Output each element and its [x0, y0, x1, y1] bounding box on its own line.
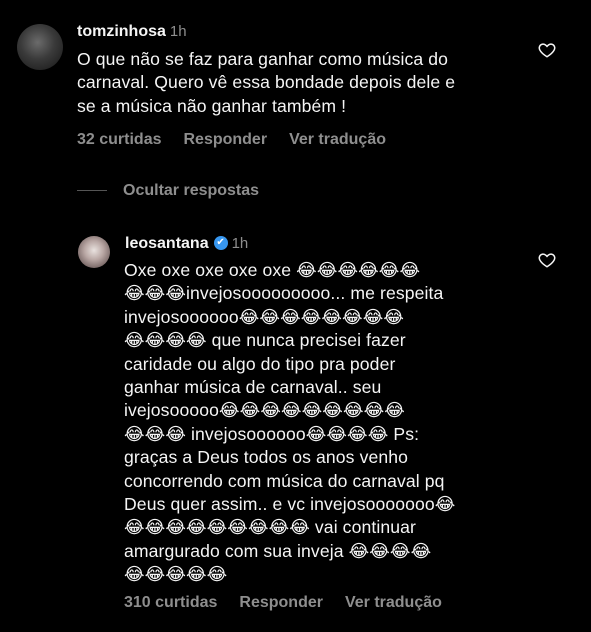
username[interactable]: tomzinhosa	[77, 23, 166, 40]
avatar[interactable]	[17, 24, 63, 70]
hide-replies-button[interactable]: Ocultar respostas	[123, 182, 259, 200]
verified-badge-icon: ✔	[213, 235, 228, 250]
reply-username[interactable]: leosantana	[125, 235, 209, 252]
reply-likes-count[interactable]: 310 curtidas	[124, 594, 217, 611]
timestamp: 1h	[169, 23, 187, 40]
comment-header: tomzinhosa 1h	[77, 23, 187, 41]
reply-timestamp: 1h	[231, 235, 249, 252]
comment-actions: 32 curtidas Responder Ver tradução	[77, 131, 408, 149]
reply-text: Oxe oxe oxe oxe oxe 😂😂😂😂😂😂 😂😂😂invejosooo…	[124, 260, 456, 585]
reply-header: leosantana ✔ 1h	[125, 235, 248, 253]
heart-icon[interactable]	[538, 251, 556, 269]
comment-text: O que não se faz para ganhar como música…	[77, 49, 456, 116]
reply-button[interactable]: Responder	[183, 131, 267, 148]
translate-button[interactable]: Ver tradução	[289, 131, 386, 148]
reply-translate-button[interactable]: Ver tradução	[345, 594, 442, 611]
divider	[77, 190, 107, 191]
likes-count[interactable]: 32 curtidas	[77, 131, 161, 148]
reply-avatar[interactable]	[78, 236, 110, 268]
reply-actions: 310 curtidas Responder Ver tradução	[124, 594, 464, 612]
heart-icon[interactable]	[538, 41, 556, 59]
reply-reply-button[interactable]: Responder	[239, 594, 323, 611]
